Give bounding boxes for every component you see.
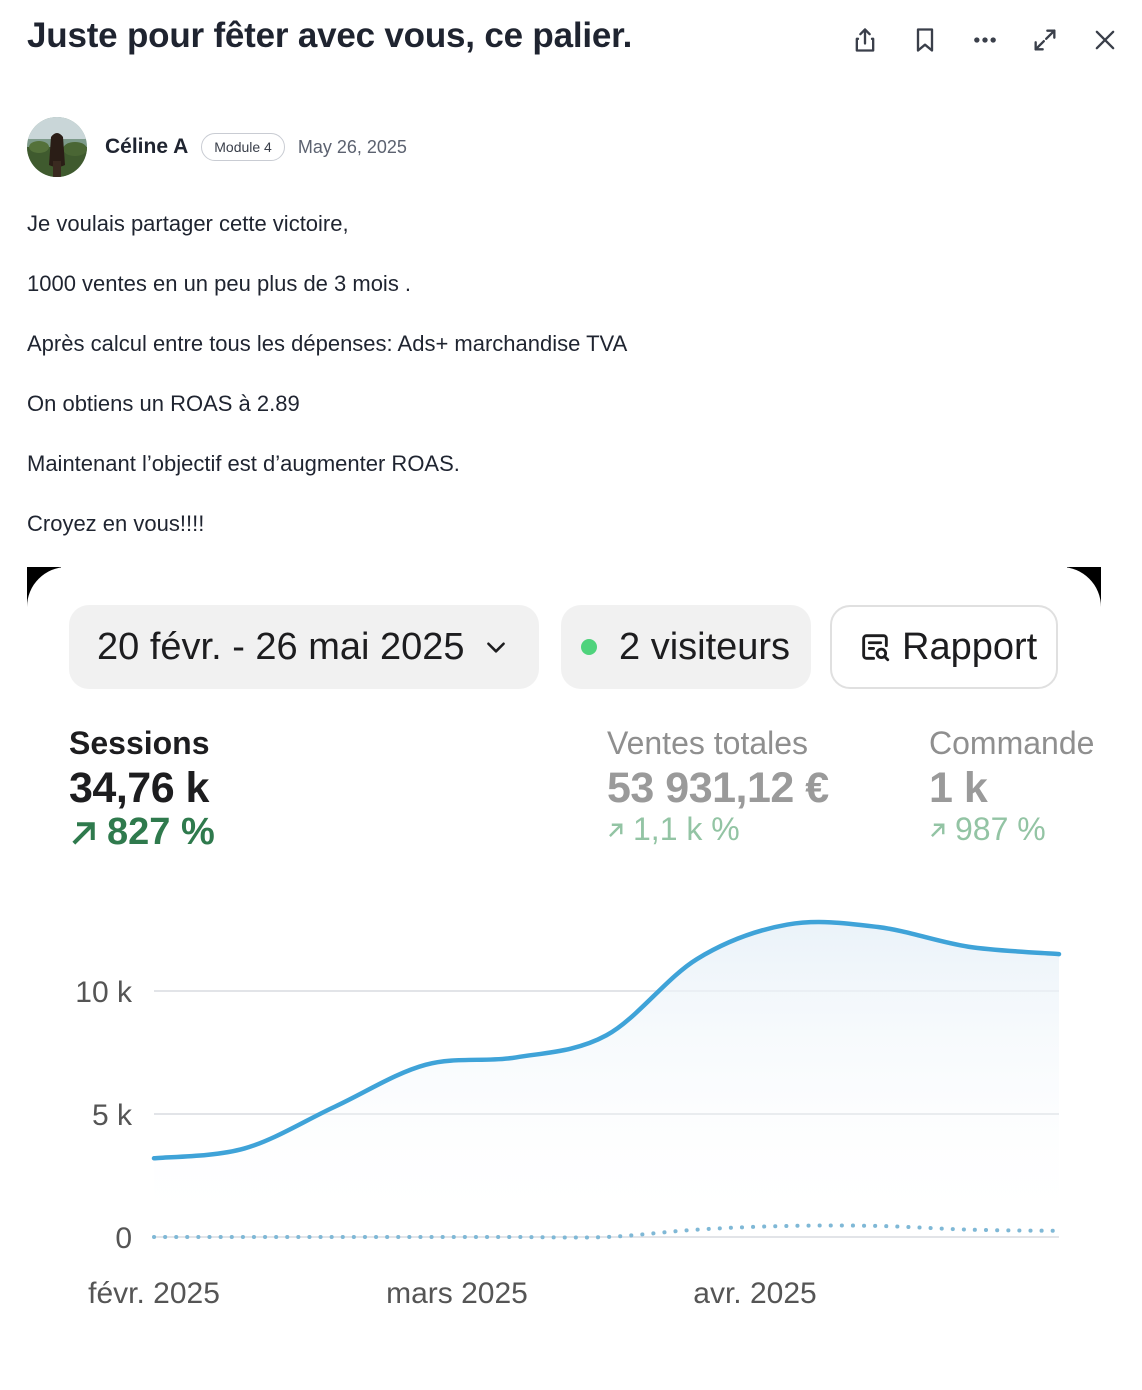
metric-sessions: Sessions 34,76 k 827 % — [69, 725, 215, 854]
metric-value: 1 k — [929, 764, 988, 812]
report-label: Rapport — [902, 625, 1038, 668]
x-tick-label: mars 2025 — [386, 1277, 528, 1310]
metric-orders: Commande 1 k 987 % — [929, 725, 1094, 848]
post-title: Juste pour fêter avec vous, ce palier. — [27, 16, 633, 55]
analytics-screenshot[interactable]: 20 févr. - 26 mai 2025 2 visiteurs Rappo… — [27, 567, 1101, 1377]
post-body: Je voulais partager cette victoire, 1000… — [27, 209, 1107, 569]
report-button: Rapport — [830, 605, 1058, 689]
post-paragraph: On obtiens un ROAS à 2.89 — [27, 391, 300, 416]
author-name[interactable]: Céline A — [105, 135, 188, 159]
chevron-down-icon — [486, 642, 505, 653]
metric-change: 1,1 k % — [607, 811, 829, 848]
module-badge: Module 4 — [201, 133, 285, 161]
expand-icon — [1034, 29, 1056, 51]
live-visitors: 2 visiteurs — [561, 605, 811, 689]
post-paragraph: Maintenant l’objectif est d’augmenter RO… — [27, 451, 460, 476]
share-button[interactable] — [846, 22, 884, 58]
metric-label: Sessions — [69, 725, 210, 761]
arrow-up-right-icon — [931, 823, 945, 837]
metric-change: 827 % — [69, 811, 215, 854]
post-date: May 26, 2025 — [297, 136, 407, 157]
post-paragraph: Après calcul entre tous les dépenses: Ad… — [27, 331, 628, 356]
metric-label: Ventes totales — [607, 725, 809, 761]
date-range-selector: 20 févr. - 26 mai 2025 — [69, 605, 539, 689]
x-tick-label: avr. 2025 — [693, 1277, 816, 1310]
live-dot-icon — [581, 639, 597, 655]
chart-area-fill — [154, 922, 1059, 1237]
more-button[interactable] — [966, 22, 1004, 58]
metric-change-value: 987 % — [955, 811, 1046, 847]
expand-button[interactable] — [1026, 22, 1064, 58]
metric-value: 34,76 k — [69, 764, 209, 812]
post-paragraph: Croyez en vous!!!! — [27, 511, 205, 536]
post-paragraph: 1000 ventes en un peu plus de 3 mois . — [27, 271, 412, 296]
metric-change: 987 % — [929, 811, 1094, 848]
metric-change-value: 827 % — [107, 811, 215, 853]
arrow-up-right-icon — [72, 821, 95, 845]
author-row: Céline A Module 4 May 26, 2025 — [27, 117, 407, 177]
avatar[interactable] — [27, 117, 87, 177]
close-icon — [1095, 30, 1115, 50]
close-button[interactable] — [1086, 22, 1124, 58]
y-tick-label: 0 — [115, 1222, 132, 1255]
bookmark-icon — [916, 28, 934, 52]
metric-sales: Ventes totales 53 931,12 € 1,1 k % — [607, 725, 829, 848]
metric-change-value: 1,1 k % — [633, 811, 740, 847]
report-icon — [862, 634, 890, 662]
post-toolbar — [846, 22, 1124, 58]
metric-label: Commande — [929, 725, 1095, 761]
sessions-chart: 0 5 k 10 k févr. 2025 mars 2025 avr. 2025 — [75, 919, 1062, 1310]
bookmark-button[interactable] — [906, 22, 944, 58]
y-tick-label: 10 k — [75, 976, 133, 1009]
post-paragraph: Je voulais partager cette victoire, — [27, 211, 349, 236]
more-icon — [974, 37, 996, 43]
share-icon — [855, 28, 875, 52]
visitors-label: 2 visiteurs — [619, 625, 791, 668]
arrow-up-right-icon — [609, 823, 623, 837]
x-tick-label: févr. 2025 — [88, 1277, 220, 1310]
y-tick-label: 5 k — [92, 1099, 133, 1132]
date-range-label: 20 févr. - 26 mai 2025 — [97, 625, 465, 668]
metric-value: 53 931,12 € — [607, 764, 829, 812]
